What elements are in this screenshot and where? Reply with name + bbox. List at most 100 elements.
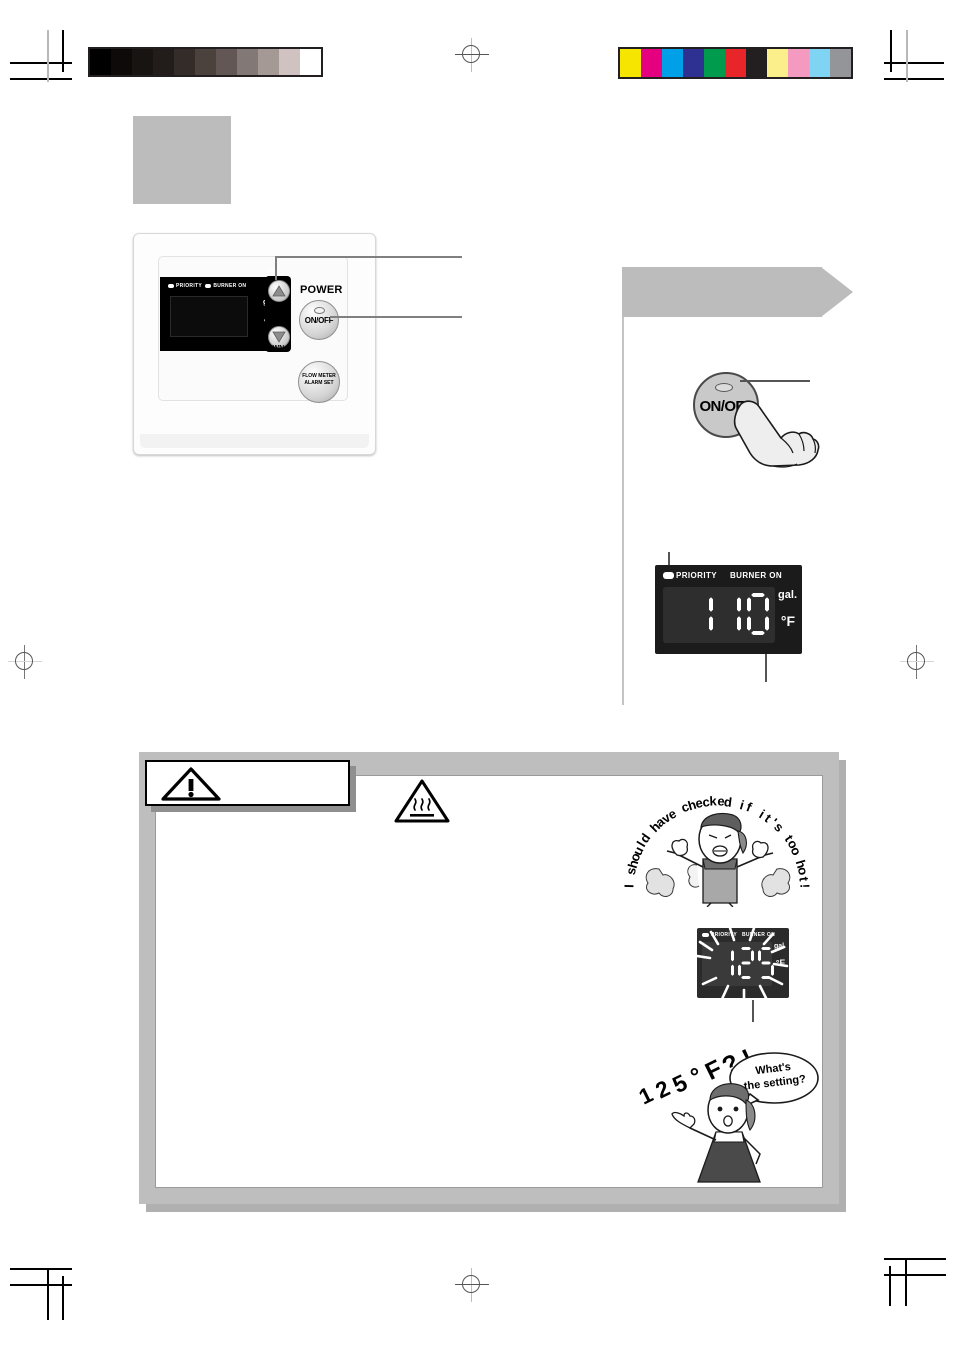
digit-0 [747, 593, 769, 640]
crop-mark-bl-v1 [62, 1276, 64, 1320]
callout-line-horizontal-onoff [330, 316, 462, 318]
control-panel-base [140, 434, 369, 448]
callout-line-vertical-up [275, 256, 277, 280]
warning-triangle-icon [161, 767, 221, 801]
priority-led-icon [663, 572, 674, 580]
arc-char: I [621, 883, 637, 888]
seven-segment-digit-0 [747, 593, 769, 635]
crop-mark-tl-h2 [10, 78, 72, 80]
calibration-swatch-9 [809, 49, 830, 77]
burner-on-led-icon [205, 283, 212, 288]
calibration-swatch-3 [153, 49, 174, 75]
calibration-swatch-0 [620, 49, 641, 77]
calibration-swatch-5 [725, 49, 746, 77]
crop-mark-tr-v2 [906, 30, 908, 82]
grayscale-calibration-bar [88, 47, 323, 77]
crop-mark-br-v1 [905, 1258, 907, 1306]
display125-callout-line [752, 1000, 754, 1022]
registration-target-right [900, 645, 934, 679]
arc-char [622, 876, 637, 881]
display110-indicator-row: PRIORITY BURNER ON [663, 571, 782, 580]
calibration-swatch-6 [216, 49, 237, 75]
scalded-person-cartoon: I should have checked if i t ' s too h o t! [615, 793, 820, 913]
crop-mark-tr-h1 [884, 62, 944, 64]
priority-label: PRIORITY [176, 283, 202, 289]
calibration-swatch-7 [767, 49, 788, 77]
registration-target-left [8, 645, 42, 679]
calibration-swatch-7 [237, 49, 258, 75]
triangle-up-icon [272, 285, 286, 297]
calibration-swatch-10 [300, 49, 321, 75]
burner-on-label: BURNER ON [729, 571, 783, 580]
arc-char: k [709, 793, 718, 809]
arc-char: t [796, 875, 813, 882]
crop-mark-tl-v2 [47, 30, 49, 82]
power-indicator-lamp-icon [314, 307, 325, 314]
burner-on-label: BURNER ON [213, 283, 247, 289]
registration-target-top [455, 38, 489, 72]
calibration-swatch-10 [830, 49, 851, 77]
calibration-swatch-4 [174, 49, 195, 75]
pointing-hand-icon [733, 400, 820, 468]
seven-segment-value-110 [691, 593, 775, 640]
calibration-swatch-2 [132, 49, 153, 75]
calibration-swatch-1 [641, 49, 662, 77]
crop-mark-br-h2 [884, 1274, 946, 1276]
digit-1 [719, 593, 741, 640]
registration-target-bottom [455, 1268, 489, 1302]
arc-char [732, 795, 739, 810]
up-button[interactable] [268, 280, 290, 302]
calibration-swatch-8 [788, 49, 809, 77]
hot-surface-warning-icon [394, 779, 450, 823]
arc-char: ! [797, 883, 813, 889]
crop-mark-bl-v2 [47, 1268, 49, 1320]
calibration-swatch-2 [662, 49, 683, 77]
lcd-digit-area [170, 296, 248, 337]
calibration-swatch-1 [111, 49, 132, 75]
digit-1 [691, 593, 713, 640]
callout-line-horizontal-up [275, 256, 462, 258]
calibration-swatch-0 [90, 49, 111, 75]
crop-mark-tr-h2 [884, 78, 944, 80]
scalded-person-figure [645, 812, 791, 907]
calibration-swatch-3 [683, 49, 704, 77]
calibration-swatch-6 [746, 49, 767, 77]
calibration-swatch-8 [258, 49, 279, 75]
calibration-swatch-9 [279, 49, 300, 75]
section-number-block [133, 116, 231, 204]
calibration-swatch-4 [704, 49, 725, 77]
display110-unit-fahrenheit: °F [780, 613, 795, 629]
confused-person-figure [671, 1083, 761, 1183]
seven-segment-digit-1 [737, 597, 741, 631]
power-label: POWER [300, 284, 343, 296]
step-power-lamp-icon [715, 383, 733, 392]
control-panel-lcd: PRIORITY BURNER ON gal. °F [160, 277, 280, 351]
flashing-rays-icon [695, 926, 789, 1006]
color-calibration-bar [618, 47, 853, 79]
warning-tab [145, 760, 350, 806]
crop-mark-tr-v1 [890, 30, 892, 72]
crop-mark-br-v2 [889, 1266, 891, 1306]
display110-callout-line [765, 654, 767, 682]
crop-mark-br-h1 [884, 1258, 946, 1260]
step-button-callout-line [740, 380, 810, 382]
crop-mark-tl-v1 [62, 30, 64, 72]
display-after-power-on: PRIORITY BURNER ON gal. °F 110 [655, 565, 802, 654]
priority-led-icon [168, 283, 174, 288]
procedure-banner [622, 267, 822, 317]
up-down-rocker[interactable] [265, 276, 291, 352]
display110-digit-area [663, 587, 775, 643]
lcd-indicator-row: PRIORITY BURNER ON [168, 283, 246, 289]
seven-segment-digit-1 [709, 597, 713, 631]
procedure-banner-arrow-icon [821, 267, 853, 317]
power-onoff-button[interactable]: ON/OFF [299, 300, 339, 340]
triangle-down-icon [272, 331, 286, 343]
down-button-label: DOWN [262, 345, 285, 352]
display110-unit-gallons: gal. [778, 589, 797, 601]
confused-person-cartoon: 125°F?! What's the setting? [635, 1040, 820, 1185]
crop-mark-bl-h1 [10, 1268, 72, 1270]
flow-meter-alarm-set-button[interactable]: FLOW METER ALARM SET [298, 361, 340, 403]
flow-meter-alarm-set-label: FLOW METER ALARM SET [302, 373, 336, 386]
calibration-swatch-5 [195, 49, 216, 75]
priority-label: PRIORITY [676, 571, 717, 580]
